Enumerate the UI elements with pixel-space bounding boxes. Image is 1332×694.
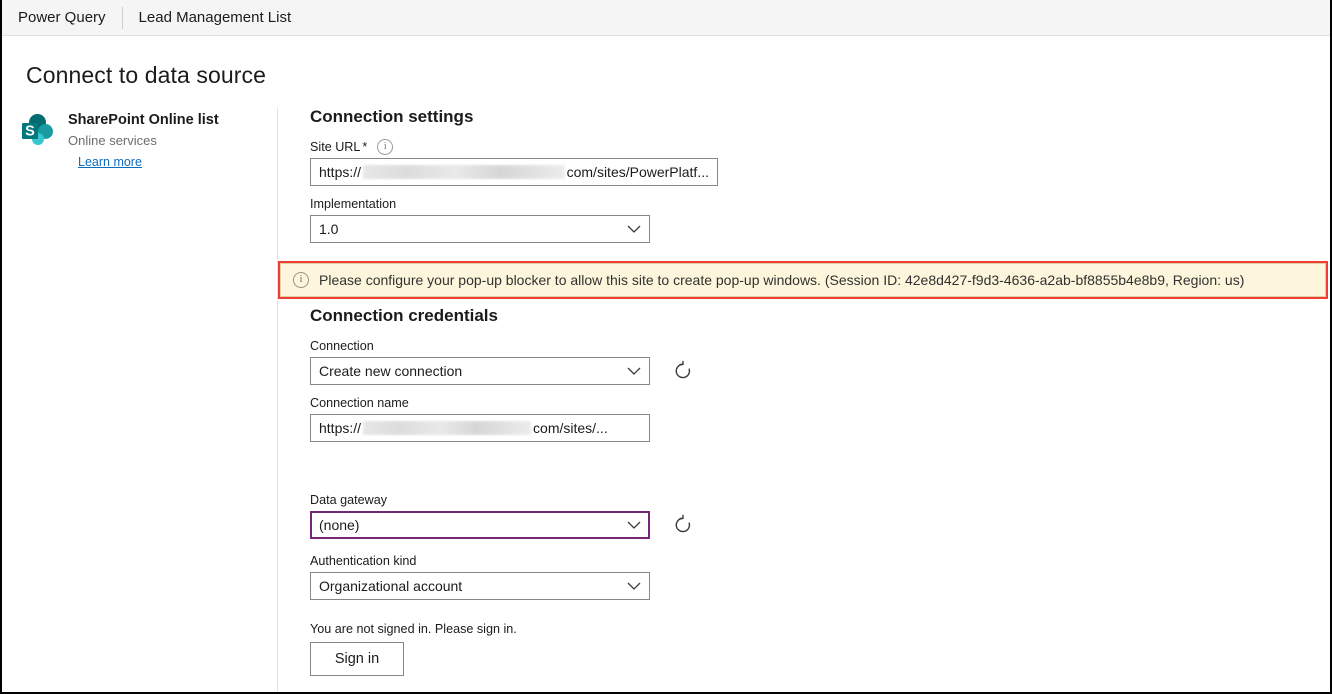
connection-name-label: Connection name: [310, 395, 1330, 411]
connection-row: Create new connection: [310, 357, 1330, 385]
site-url-input[interactable]: https:// com/sites/PowerPlatf...: [310, 158, 718, 186]
page-title: Connect to data source: [26, 62, 267, 88]
sharepoint-logo-icon: S: [18, 111, 58, 151]
tab-bar: Power Query Lead Management List: [2, 0, 1330, 36]
authentication-kind-label: Authentication kind: [310, 553, 1330, 569]
required-marker: *: [362, 140, 368, 154]
settings-pane: Connection settings Site URL * i https:/…: [278, 107, 1330, 692]
connection-dropdown[interactable]: Create new connection: [310, 357, 650, 385]
chevron-down-icon: [627, 582, 641, 591]
authentication-kind-field: Authentication kind Organizational accou…: [310, 553, 1330, 600]
connection-field: Connection Create new connection: [310, 338, 1330, 385]
connection-label-text: Connection: [310, 339, 374, 353]
svg-text:S: S: [25, 124, 35, 140]
site-url-info-icon[interactable]: i: [377, 139, 394, 155]
redacted-domain: [363, 421, 532, 435]
site-url-label-row: Site URL * i: [310, 139, 1330, 155]
connection-credentials-heading: Connection credentials: [310, 306, 498, 325]
data-gateway-refresh-icon[interactable]: [672, 514, 694, 536]
site-url-field: Site URL * i https:// com/sites/PowerPla…: [310, 139, 1330, 186]
site-url-label: Site URL: [310, 140, 361, 154]
data-source-name: SharePoint Online list: [68, 112, 219, 128]
popup-blocker-banner-text: Please configure your pop-up blocker to …: [319, 272, 1245, 288]
chevron-down-icon: [627, 225, 641, 234]
redacted-domain: [363, 165, 565, 179]
sign-in-status-text: You are not signed in. Please sign in.: [310, 622, 517, 636]
data-source-text: SharePoint Online list Online services L…: [68, 109, 219, 171]
tab-power-query[interactable]: Power Query: [2, 0, 122, 36]
connection-name-field: Connection name https:// com/sites/...: [310, 395, 1330, 442]
power-query-connect-window: Power Query Lead Management List Connect…: [0, 0, 1332, 694]
tab-lead-management-list[interactable]: Lead Management List: [123, 0, 308, 36]
data-gateway-value: (none): [319, 517, 360, 533]
connection-name-input[interactable]: https:// com/sites/...: [310, 414, 650, 442]
data-gateway-row: (none): [310, 511, 1330, 539]
popup-blocker-banner: i Please configure your pop-up blocker t…: [280, 263, 1326, 297]
info-icon: i: [293, 272, 309, 288]
data-source-card[interactable]: S SharePoint Online list Online services…: [18, 107, 277, 171]
connection-value: Create new connection: [319, 363, 463, 379]
implementation-value: 1.0: [319, 221, 339, 237]
data-gateway-dropdown[interactable]: (none): [310, 511, 650, 539]
implementation-label-text: Implementation: [310, 197, 397, 211]
data-gateway-field: Data gateway (none): [310, 492, 1330, 539]
connection-name-suffix: com/sites/...: [533, 420, 608, 436]
authentication-kind-dropdown[interactable]: Organizational account: [310, 572, 650, 600]
implementation-dropdown[interactable]: 1.0: [310, 215, 650, 243]
learn-more-link[interactable]: Learn more: [78, 155, 142, 169]
implementation-field: Implementation 1.0: [310, 196, 1330, 243]
chevron-down-icon: [627, 521, 641, 530]
connection-name-label-text: Connection name: [310, 396, 409, 410]
chevron-down-icon: [627, 367, 641, 376]
connection-name-prefix: https://: [319, 420, 362, 436]
sign-in-button[interactable]: Sign in: [310, 642, 404, 676]
data-gateway-label-text: Data gateway: [310, 493, 388, 507]
content-area: S SharePoint Online list Online services…: [2, 89, 1330, 692]
authentication-kind-value: Organizational account: [319, 578, 463, 594]
authentication-kind-label-text: Authentication kind: [310, 554, 417, 568]
connection-label: Connection: [310, 338, 1330, 354]
data-gateway-label: Data gateway: [310, 492, 1330, 508]
site-url-suffix: com/sites/PowerPlatf...: [566, 164, 709, 180]
popup-blocker-banner-highlight: i Please configure your pop-up blocker t…: [278, 261, 1328, 299]
connection-settings-heading: Connection settings: [310, 107, 474, 126]
connection-name-value: https:// com/sites/...: [319, 420, 641, 436]
site-url-prefix: https://: [319, 164, 362, 180]
data-source-pane: S SharePoint Online list Online services…: [2, 107, 278, 692]
site-url-value: https:// com/sites/PowerPlatf...: [319, 164, 709, 180]
connection-refresh-icon[interactable]: [672, 360, 694, 382]
implementation-label: Implementation: [310, 196, 1330, 212]
data-source-category: Online services: [68, 133, 157, 148]
